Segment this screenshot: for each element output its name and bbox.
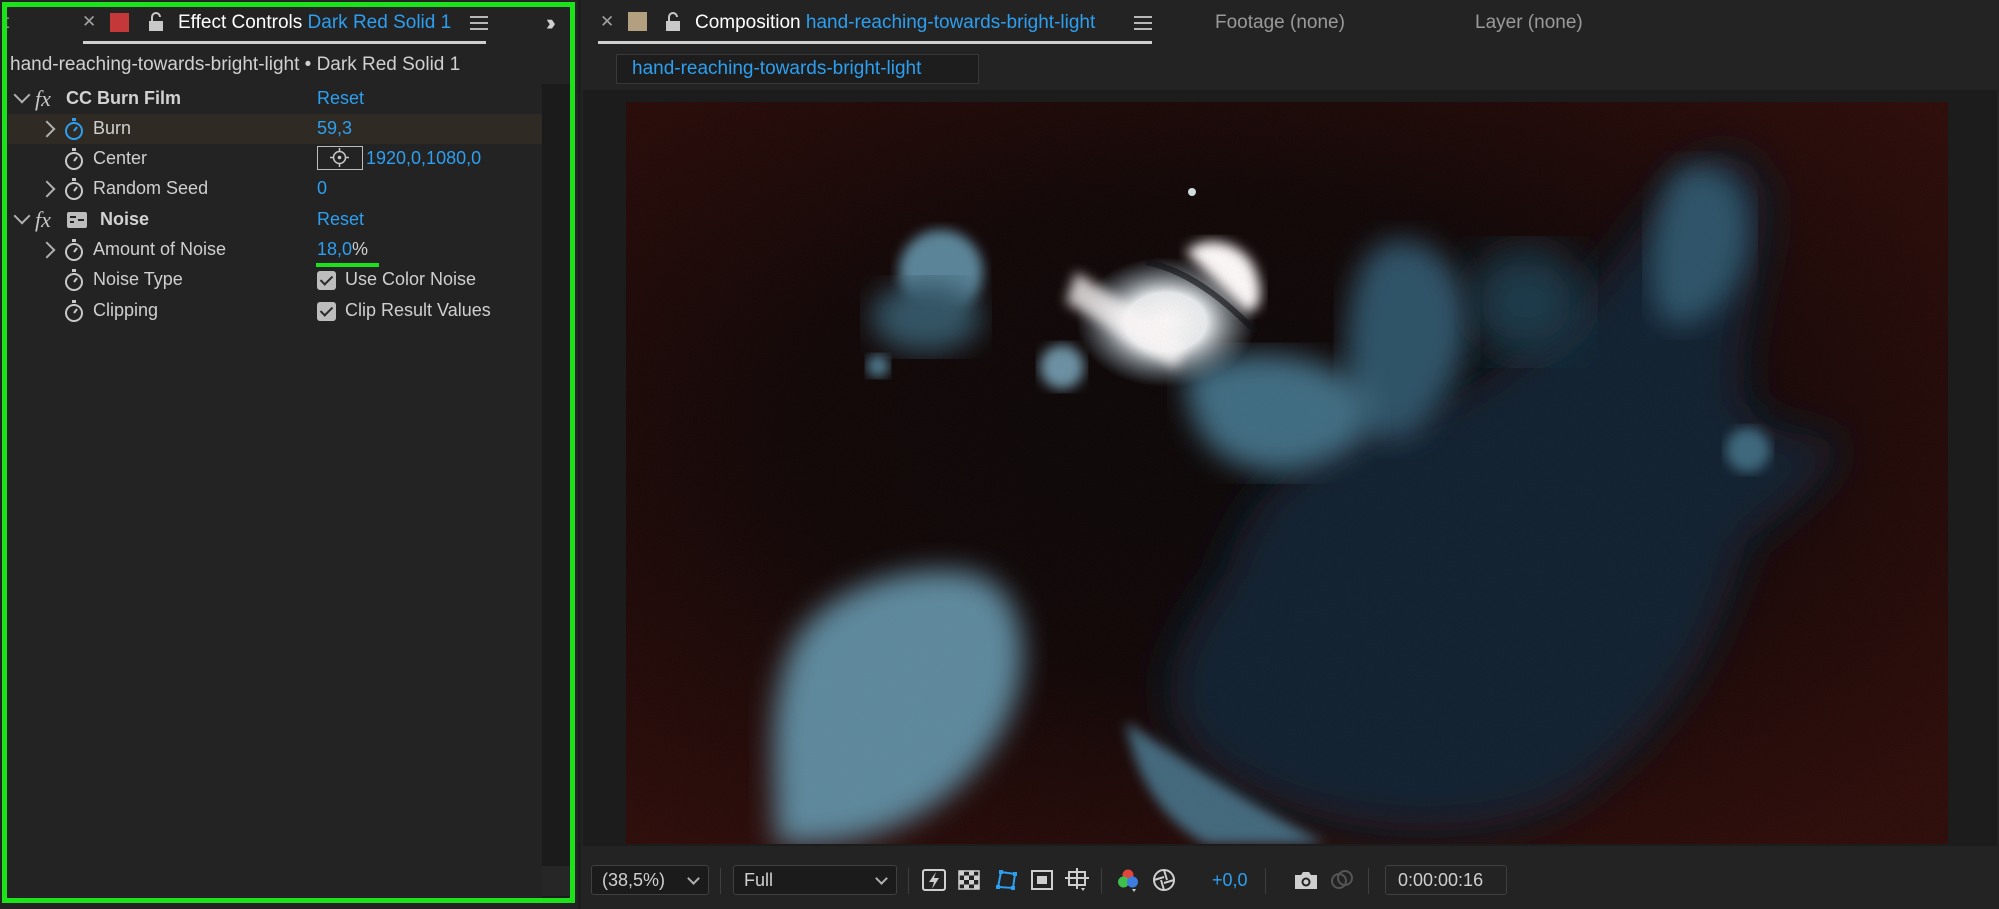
stopwatch-icon[interactable] [64, 239, 84, 261]
camera-icon[interactable] [1293, 867, 1319, 893]
panel-menu-icon[interactable] [470, 16, 488, 30]
param-value-center[interactable]: 1920,0,1080,0 [366, 148, 481, 169]
composition-viewer[interactable] [626, 102, 1948, 844]
effect-controls-tab[interactable]: Effect Controls Dark Red Solid 1 [178, 12, 451, 34]
transparency-grid-icon[interactable] [956, 867, 982, 893]
close-icon[interactable]: ✕ [600, 12, 614, 32]
close-icon[interactable]: ✕ [82, 12, 96, 32]
layer-path: hand-reaching-towards-bright-light • Dar… [10, 54, 461, 75]
chevron-down-icon[interactable] [13, 207, 31, 225]
effect-row-noise[interactable]: fx Noise Reset [8, 205, 542, 235]
stopwatch-icon[interactable] [64, 269, 84, 291]
tab-title-layer: Dark Red Solid 1 [307, 12, 452, 33]
fast-previews-icon[interactable] [921, 867, 947, 893]
param-row-random-seed[interactable]: Random Seed 0 [8, 174, 542, 204]
tab-title-label: Effect Controls [178, 12, 303, 33]
exposure-value[interactable]: +0,0 [1212, 870, 1248, 891]
region-of-interest-icon[interactable] [1029, 867, 1055, 893]
comp-color-swatch [628, 12, 647, 31]
use-color-noise-checkbox[interactable] [317, 271, 336, 290]
panel-menu-icon[interactable] [1134, 16, 1152, 30]
tab-title-comp: hand-reaching-towards-bright-light [805, 12, 1096, 33]
highlight-underline [316, 263, 379, 267]
param-value-amount-of-noise[interactable]: 18,0% [317, 239, 368, 260]
toolbar-divider [1368, 868, 1369, 894]
active-tab-underline [598, 41, 1152, 44]
vertical-scrollbar[interactable] [542, 84, 572, 899]
lock-icon[interactable] [148, 12, 164, 32]
composition-panel: ✕ Composition hand-reaching-towards-brig… [581, 0, 1999, 909]
chevron-down-icon[interactable] [13, 86, 31, 104]
toolbar-divider [1101, 868, 1102, 894]
reset-exposure-icon[interactable] [1151, 867, 1177, 893]
effect-type-icon [67, 212, 87, 228]
zoom-dropdown[interactable]: (38,5%) [591, 865, 709, 895]
param-row-amount-of-noise[interactable]: Amount of Noise 18,0% [8, 235, 542, 265]
resolution-value: Full [744, 870, 774, 890]
comp-navigator-tab[interactable]: hand-reaching-towards-bright-light [616, 54, 979, 84]
zoom-value: (38,5%) [602, 870, 666, 890]
effect-controls-tab-bar: t ✕ Effect Controls Dark Red Solid 1 ›› [0, 0, 578, 44]
active-tab-underline [83, 41, 486, 44]
param-name: Center [93, 148, 148, 168]
chevron-right-icon[interactable] [38, 120, 56, 138]
comp-frame-image [626, 102, 1948, 844]
truncated-tab[interactable]: t [4, 12, 9, 34]
color-channels-icon[interactable] [1115, 867, 1141, 893]
show-snapshot-icon[interactable] [1329, 867, 1355, 893]
param-row-center[interactable]: Center 1920,0,1080,0 [8, 144, 542, 174]
composition-tab[interactable]: Composition hand-reaching-towards-bright… [695, 12, 1095, 34]
fx-icon[interactable]: fx [35, 207, 51, 233]
chevron-right-icon[interactable] [38, 241, 56, 259]
lock-icon[interactable] [665, 12, 681, 32]
effect-row-cc-burn-film[interactable]: fx CC Burn Film Reset [8, 84, 542, 114]
param-row-clipping[interactable]: Clipping Clip Result Values [8, 296, 542, 326]
checkbox-label[interactable]: Use Color Noise [345, 269, 476, 290]
param-name: Random Seed [93, 178, 209, 198]
effect-controls-panel: t ✕ Effect Controls Dark Red Solid 1 ›› … [0, 0, 578, 909]
amount-unit: % [352, 239, 369, 259]
mask-path-visibility-icon[interactable] [993, 867, 1019, 893]
grid-guides-icon[interactable] [1064, 867, 1090, 893]
double-chevron-right-icon[interactable]: ›› [546, 10, 555, 36]
fx-icon[interactable]: fx [35, 86, 51, 112]
param-name: Amount of Noise [93, 239, 227, 259]
param-name: Clipping [93, 300, 159, 320]
stopwatch-icon[interactable] [64, 118, 84, 140]
param-name: Burn [93, 118, 132, 138]
resolution-dropdown[interactable]: Full [733, 865, 897, 895]
chevron-down-icon [687, 872, 700, 885]
scrollbar-thumb[interactable] [542, 866, 572, 896]
stopwatch-icon[interactable] [64, 300, 84, 322]
stopwatch-icon[interactable] [64, 148, 84, 170]
toolbar-divider [908, 868, 909, 894]
clip-result-values-checkbox[interactable] [317, 302, 336, 321]
effect-name: CC Burn Film [66, 88, 181, 108]
toolbar-divider [720, 868, 721, 894]
chevron-right-icon[interactable] [38, 180, 56, 198]
param-name: Noise Type [93, 269, 183, 289]
reset-link[interactable]: Reset [317, 209, 364, 230]
reset-link[interactable]: Reset [317, 88, 364, 109]
viewer-toolbar: (38,5%) Full +0,0 0:00:00:16 [581, 862, 1999, 900]
checkbox-label[interactable]: Clip Result Values [345, 300, 491, 321]
param-value-random-seed[interactable]: 0 [317, 178, 327, 199]
crosshair-icon [330, 148, 349, 167]
amount-number: 18,0 [317, 239, 353, 259]
timecode-field[interactable]: 0:00:00:16 [1385, 865, 1507, 895]
chevron-down-icon [875, 872, 888, 885]
param-row-burn[interactable]: Burn 59,3 [8, 114, 542, 144]
footage-tab[interactable]: Footage (none) [1215, 12, 1345, 34]
param-value-burn[interactable]: 59,3 [317, 118, 352, 139]
effect-name: Noise [100, 209, 150, 229]
tab-title-label: Composition [695, 12, 801, 33]
stopwatch-icon[interactable] [64, 178, 84, 200]
toolbar-divider [1265, 868, 1266, 894]
param-row-noise-type[interactable]: Noise Type Use Color Noise [8, 265, 542, 295]
point-control-button[interactable] [317, 146, 363, 170]
composition-tab-bar: ✕ Composition hand-reaching-towards-brig… [581, 0, 1999, 46]
layer-tab[interactable]: Layer (none) [1475, 12, 1583, 34]
layer-color-swatch [110, 13, 129, 32]
